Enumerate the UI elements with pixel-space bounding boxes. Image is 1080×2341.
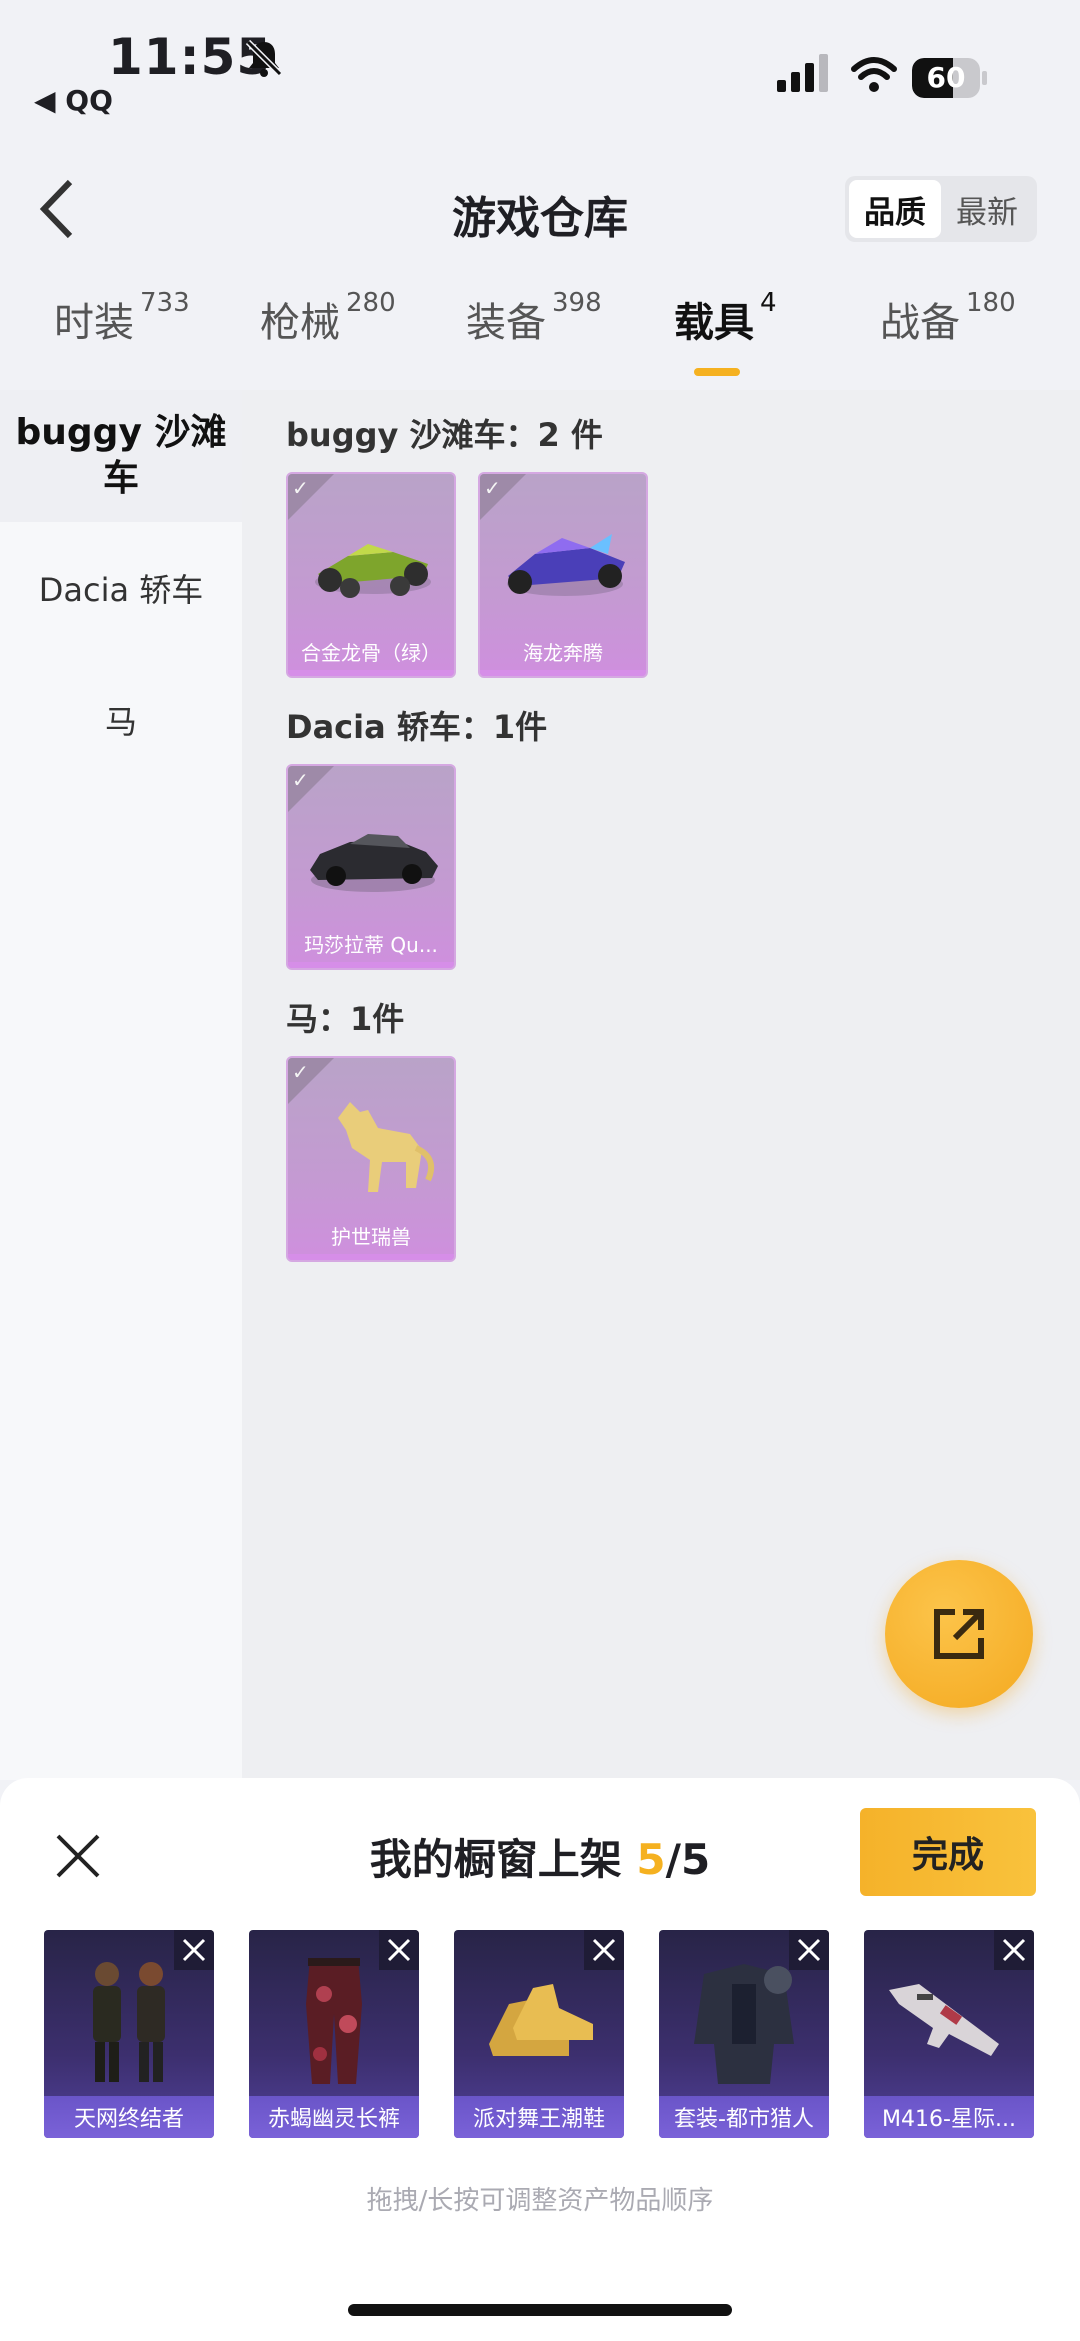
close-icon <box>592 1938 616 1962</box>
section-title-horse: 马：1件 <box>286 1000 405 1038</box>
sidebar-item-dacia[interactable]: Dacia 轿车 <box>0 522 242 654</box>
shelf-item-name: 套装-都市猎人 <box>659 2096 829 2138</box>
shelf-item-name: 派对舞王潮鞋 <box>454 2096 624 2138</box>
shelf-item-name: 赤蝎幽灵长裤 <box>249 2096 419 2138</box>
category-sidebar: buggy 沙滩车 Dacia 轿车 马 <box>0 390 242 1780</box>
shelf-item[interactable]: 赤蝎幽灵长裤 <box>249 1930 419 2138</box>
close-icon <box>1002 1938 1026 1962</box>
green-buggy-image <box>315 544 431 598</box>
tab-label: 战备 <box>880 300 960 346</box>
tab-guns[interactable]: 枪械 280 <box>260 288 396 348</box>
remove-item-button[interactable] <box>994 1930 1034 1970</box>
golden-beast-image <box>338 1102 434 1192</box>
check-icon: ✓ <box>292 476 309 500</box>
tab-label: 载具 <box>674 300 754 346</box>
battery-indicator: 60 <box>912 58 988 98</box>
active-tab-indicator <box>694 368 740 376</box>
vehicle-name: 玛莎拉蒂 Qu... <box>304 933 438 957</box>
vehicle-name: 合金龙骨（绿） <box>301 641 441 665</box>
tab-equipment[interactable]: 装备 398 <box>466 288 602 348</box>
remove-item-button[interactable] <box>174 1930 214 1970</box>
reorder-hint: 拖拽/长按可调整资产物品顺序 <box>366 2186 714 2216</box>
section-title-buggy: buggy 沙滩车：2 件 <box>286 416 603 454</box>
tab-supplies[interactable]: 战备 180 <box>880 288 1016 348</box>
back-to-app-link[interactable]: ◀ QQ <box>34 84 113 117</box>
check-icon: ✓ <box>484 476 501 500</box>
home-indicator[interactable] <box>348 2304 732 2316</box>
vehicle-name: 护世瑞兽 <box>331 1225 411 1249</box>
share-external-icon <box>934 1609 984 1659</box>
remove-item-button[interactable] <box>584 1930 624 1970</box>
tab-count: 280 <box>346 288 396 318</box>
check-icon: ✓ <box>292 768 309 792</box>
blue-buggy-image <box>507 534 625 596</box>
remove-item-button[interactable] <box>789 1930 829 1970</box>
tab-label: 装备 <box>466 300 546 346</box>
vehicle-card[interactable]: ✓ 合金龙骨（绿） <box>286 472 456 678</box>
share-fab-button[interactable] <box>885 1560 1033 1708</box>
vehicle-card[interactable]: ✓ 护世瑞兽 <box>286 1056 456 1262</box>
sidebar-item-horse[interactable]: 马 <box>0 654 242 786</box>
tab-label: 枪械 <box>260 300 340 346</box>
sort-newest-option[interactable]: 最新 <box>941 180 1033 238</box>
shelf-item[interactable]: 套装-都市猎人 <box>659 1930 829 2138</box>
bell-muted-icon <box>245 39 283 77</box>
sidebar-item-buggy[interactable]: buggy 沙滩车 <box>0 390 242 522</box>
tab-vehicles[interactable]: 载具 4 <box>674 288 777 348</box>
sort-quality-option[interactable]: 品质 <box>849 180 941 238</box>
category-tabs: 时装 733 枪械 280 装备 398 载具 4 战备 180 <box>0 288 1080 390</box>
tab-label: 时装 <box>54 300 134 346</box>
shelf-item[interactable]: 天网终结者 <box>44 1930 214 2138</box>
section-title-dacia: Dacia 轿车：1件 <box>286 708 548 746</box>
rarity-strip <box>288 962 454 968</box>
shelf-item-name: M416-星际... <box>864 2096 1034 2138</box>
tab-count: 180 <box>966 288 1016 318</box>
tab-count: 733 <box>140 288 190 318</box>
done-button[interactable]: 完成 <box>860 1808 1036 1896</box>
tab-count: 398 <box>552 288 602 318</box>
tab-count: 4 <box>760 288 777 318</box>
shelf-item-name: 天网终结者 <box>44 2096 214 2138</box>
close-icon <box>797 1938 821 1962</box>
rarity-strip <box>288 670 454 676</box>
sort-toggle[interactable]: 品质 最新 <box>845 176 1037 242</box>
battery-level: 60 <box>926 61 966 94</box>
remove-item-button[interactable] <box>379 1930 419 1970</box>
shelf-item[interactable]: M416-星际... <box>864 1930 1034 2138</box>
cellular-signal-icon <box>777 54 828 92</box>
vehicle-card[interactable]: ✓ 海龙奔腾 <box>478 472 648 678</box>
black-sedan-image <box>310 834 438 892</box>
tab-fashion[interactable]: 时装 733 <box>54 288 190 348</box>
showcase-title-text: 我的橱窗上架 <box>369 1835 622 1884</box>
vehicle-name: 海龙奔腾 <box>523 641 603 665</box>
rarity-strip <box>480 670 646 676</box>
vehicle-card[interactable]: ✓ 玛莎拉蒂 Qu... <box>286 764 456 970</box>
shelf-item[interactable]: 派对舞王潮鞋 <box>454 1930 624 2138</box>
check-icon: ✓ <box>292 1060 309 1084</box>
close-icon <box>387 1938 411 1962</box>
rarity-strip <box>288 1254 454 1260</box>
wifi-icon <box>851 57 897 92</box>
showcase-count-current: 5 <box>636 1835 666 1884</box>
close-icon <box>182 1938 206 1962</box>
showcase-count-total: /5 <box>665 1835 711 1884</box>
